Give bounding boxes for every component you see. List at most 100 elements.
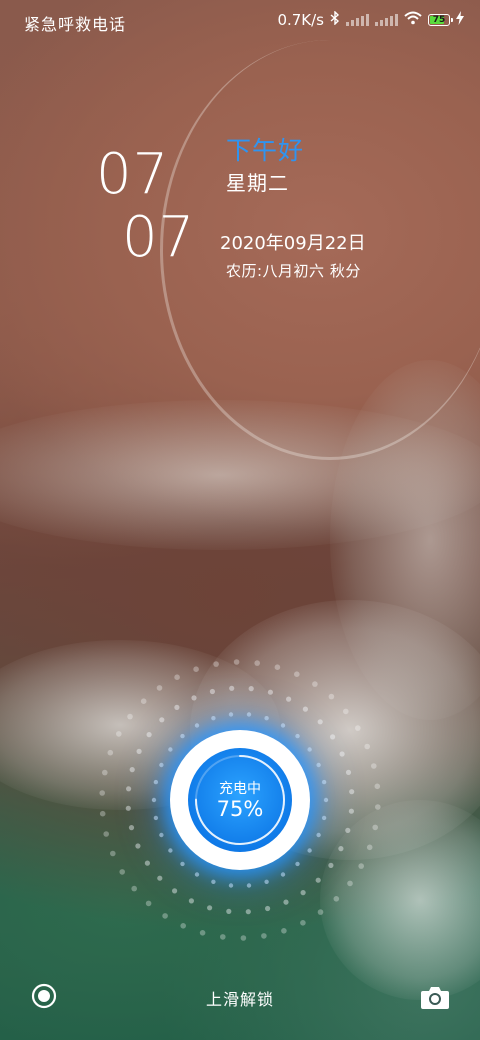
swipe-unlock-hint[interactable]: 上滑解锁 [0,986,480,1010]
charging-dot [145,900,152,907]
charging-dot [345,769,352,776]
charging-dot [345,827,351,834]
charging-dot [135,843,141,849]
charging-dot [159,762,164,768]
charging-dot [254,660,260,666]
charging-dot [144,860,150,866]
charging-dot [300,890,306,896]
charging-dot [321,815,327,821]
charging-dot [127,713,133,720]
charging-dot [194,723,200,728]
lock-screen: 紧急呼救电话 0.7K/s 75 07 07 下午好 星期二 2020年09月2… [0,0,480,1040]
battery-icon: 75 [428,14,453,26]
charging-dot [300,920,306,926]
charging-dot [99,790,105,796]
battery-level: 75 [432,14,446,25]
charging-dot [174,674,180,680]
charging-dot [153,779,159,785]
charging-dot [151,797,157,803]
charging-dot [102,769,108,776]
charging-label: 充电中 [219,781,261,797]
charging-dot [307,848,312,853]
charging-dot [245,909,251,915]
charging-dot [372,824,379,831]
charging-dot [295,733,300,739]
charging-dot [226,908,232,915]
charging-dot [338,846,344,852]
charging-dot [261,933,267,939]
charging-dot [110,850,116,857]
signal-icon [346,14,369,26]
charging-dot [267,689,273,695]
charging-dot [153,815,159,821]
charging-dot [180,861,185,867]
charging-dot [125,805,131,811]
charging-dot [168,848,173,853]
charging-dot [131,885,137,892]
charging-dot [209,688,215,695]
charging-dot [107,749,114,756]
charging-dot [321,779,327,785]
charging-dot [188,898,194,904]
charging-dot [317,719,323,725]
status-icons: 0.7K/s 75 [277,10,464,29]
charging-dot [213,661,219,667]
emergency-call-link[interactable]: 紧急呼救电话 [24,11,126,35]
charging-dot [281,928,287,934]
charging-dot [116,731,122,737]
foam-shape [330,360,480,720]
charging-dot [159,832,164,838]
charging-dot [211,716,216,721]
charging-dot [315,877,321,883]
charging-dot [316,762,321,768]
charging-dot [246,712,252,717]
charging-dot [172,888,178,894]
charging-indicator: 充电中 75% [170,730,310,870]
date-text: 2020年09月22日 [220,233,366,254]
charging-dot [146,732,152,738]
charging-dot [371,763,377,769]
charging-dot [240,935,247,941]
charging-dot [348,808,354,814]
charging-bolt-icon [456,11,464,29]
charging-dot [302,706,308,712]
clock-hour: 07 [96,142,170,207]
charging-dot [220,934,226,940]
charging-dot [228,883,234,888]
charging-dot [295,861,300,867]
charging-dot [103,831,109,837]
charging-dot [228,712,234,717]
charging-dot [140,698,147,704]
weekday-text: 星期二 [226,171,289,195]
camera-icon[interactable] [420,984,450,1010]
charging-dot [364,743,371,750]
charging-dot [159,717,165,723]
wifi-icon [404,11,422,29]
charging-dot [233,659,240,665]
charging-dot [264,716,269,721]
charging-dot [199,930,206,936]
charging-dot [229,685,235,691]
charging-dot [286,696,292,702]
charging-dot [194,872,200,877]
charging-dot [162,913,168,919]
charging-dot [312,681,318,687]
charging-dot [99,810,106,817]
charging-dot [180,923,186,929]
charging-dot [328,862,334,869]
charging-dot [316,832,321,838]
charging-dot [248,686,254,692]
charging-percent: 75% [216,797,264,821]
charging-dot [264,879,269,884]
charging-dot [136,748,142,755]
clock-minute: 07 [122,205,196,270]
charging-dot [280,872,286,877]
charging-dot [207,905,213,911]
charging-dot [343,708,349,715]
charging-dot [191,695,197,701]
charging-dot [119,869,125,875]
charging-dot [157,875,163,881]
charging-dot [366,844,373,851]
charging-dot [128,825,135,831]
charging-dot [358,863,365,869]
